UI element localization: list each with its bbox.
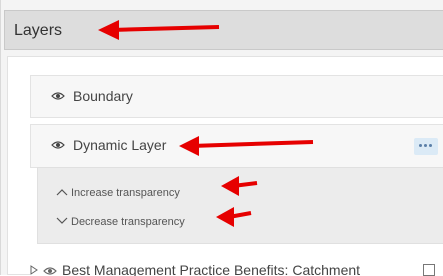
- increase-transparency-label: Increase transparency: [71, 187, 180, 199]
- layer-label: Dynamic Layer: [73, 137, 167, 153]
- layer-item-dynamic[interactable]: Dynamic Layer: [30, 124, 443, 168]
- chevron-up-icon: [56, 189, 68, 196]
- layer-item-boundary[interactable]: Boundary: [30, 75, 443, 118]
- layer-list: Boundary Dynamic Layer Increase transpar…: [7, 56, 443, 276]
- layer-label: Boundary: [73, 88, 133, 104]
- eye-icon[interactable]: [51, 140, 65, 150]
- transparency-menu: Increase transparency Decrease transpare…: [37, 167, 443, 244]
- layer-item-bmp[interactable]: Best Management Practice Benefits: Catch…: [30, 257, 443, 276]
- panel-title: Layers: [14, 22, 63, 39]
- layers-panel: Layers Boundary Dynamic Layer Increase t…: [0, 0, 443, 276]
- layer-label: Best Management Practice Benefits: Catch…: [62, 262, 361, 276]
- chevron-down-icon: [56, 217, 68, 224]
- ellipsis-icon: [419, 144, 422, 147]
- decrease-transparency-label: Decrease transparency: [71, 216, 185, 228]
- eye-icon[interactable]: [51, 91, 65, 101]
- layer-visibility-checkbox[interactable]: [423, 264, 435, 276]
- panel-header: Layers: [4, 10, 443, 50]
- more-options-button[interactable]: [414, 138, 438, 155]
- expand-triangle-icon[interactable]: [30, 265, 38, 275]
